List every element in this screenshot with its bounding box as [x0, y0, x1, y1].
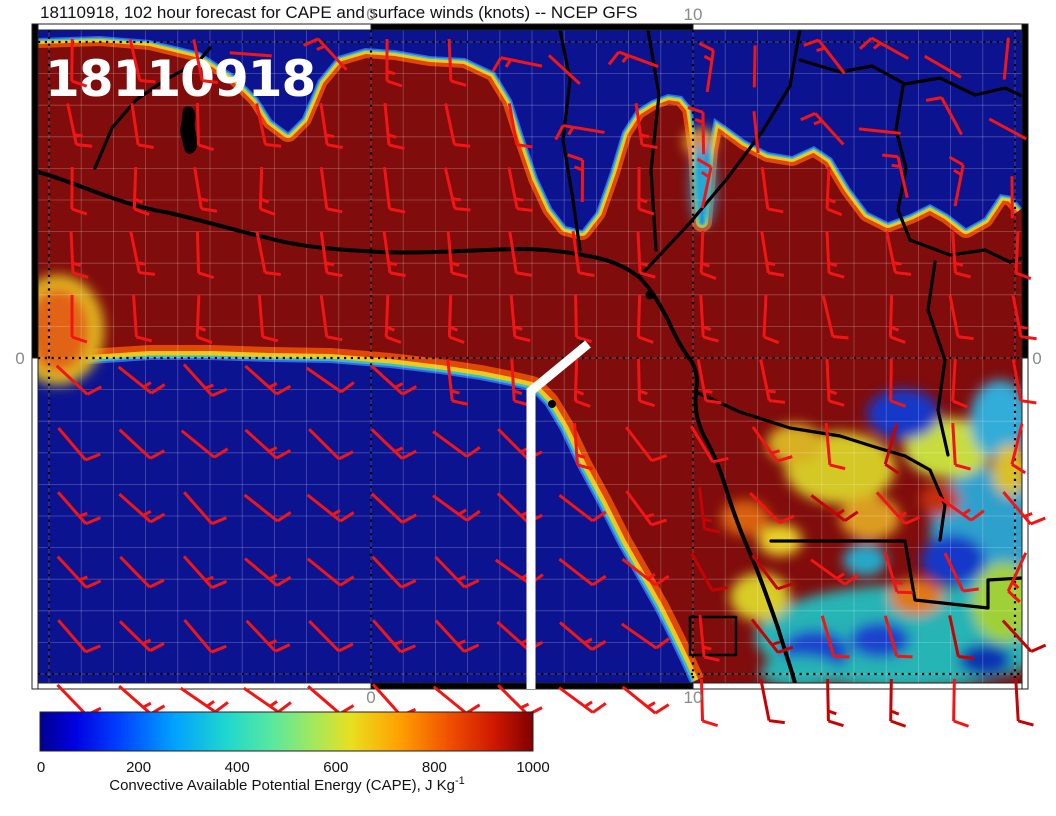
forecast-figure: 18110918, 102 hour forecast for CAPE and… [0, 0, 1056, 816]
axis-label-bottom-0: 0 [366, 688, 375, 707]
colorbar-tick-400: 400 [225, 759, 250, 776]
axis-label-top-10: 10 [684, 5, 703, 24]
colorbar-gradient [40, 712, 533, 751]
axis-label-top-0: 0 [366, 5, 375, 24]
axis-label-left-0: 0 [15, 349, 24, 368]
colorbar-caption-main: Convective Available Potential Energy (C… [109, 777, 455, 794]
colorbar-tick-1000: 1000 [516, 759, 549, 776]
colorbar-tick-600: 600 [323, 759, 348, 776]
run-date-stamp: 18110918 [45, 50, 315, 108]
colorbar-caption-superscript: -1 [455, 775, 465, 787]
island-sao-tome [548, 400, 556, 408]
figure-title: 18110918, 102 hour forecast for CAPE and… [40, 3, 638, 22]
colorbar: 0 200 400 600 800 1000 Convective Availa… [37, 712, 550, 794]
axis-label-bottom-10: 10 [684, 688, 703, 707]
forecast-map-figure: 18110918, 102 hour forecast for CAPE and… [0, 0, 1056, 816]
colorbar-tick-800: 800 [422, 759, 447, 776]
colorbar-tick-200: 200 [126, 759, 151, 776]
colorbar-tick-0: 0 [37, 759, 45, 776]
colorbar-caption: Convective Available Potential Energy (C… [109, 775, 465, 794]
axis-label-right-0: 0 [1032, 349, 1041, 368]
island-bioko [646, 291, 655, 300]
